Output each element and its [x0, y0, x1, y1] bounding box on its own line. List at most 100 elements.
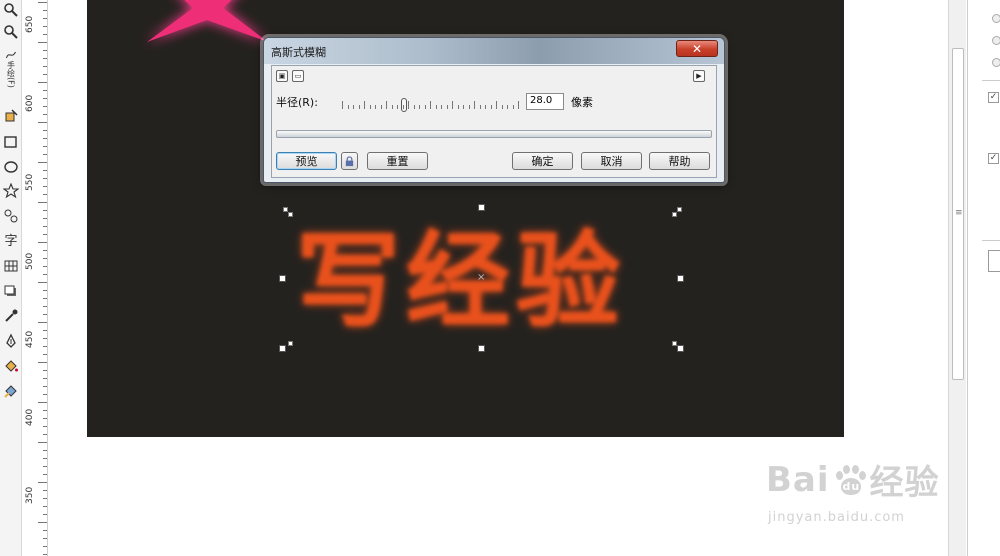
toolbox: 手绘(F) 字: [0, 0, 22, 556]
expand-arrow-icon[interactable]: ▶: [693, 70, 705, 82]
lock-preview-button[interactable]: [341, 152, 358, 170]
reset-button[interactable]: 重置: [367, 152, 428, 170]
ruler-tick: [43, 266, 47, 267]
ruler-tick: [43, 330, 47, 331]
slider-tick: [392, 105, 393, 109]
cancel-button[interactable]: 取消: [581, 152, 642, 170]
ruler-tick: [43, 178, 47, 179]
help-button[interactable]: 帮助: [649, 152, 710, 170]
ok-button[interactable]: 确定: [512, 152, 573, 170]
ruler-tick: [43, 170, 47, 171]
radius-unit-label: 像素: [571, 96, 593, 109]
ruler-tick: [43, 274, 47, 275]
selection-center-marker: ×: [477, 272, 486, 283]
close-button[interactable]: ✕: [676, 40, 718, 57]
selection-rotate-handle[interactable]: [672, 212, 677, 217]
slider-tick: [469, 105, 470, 109]
pink-star-shape[interactable]: [135, 0, 280, 50]
dialog-body: ▣ ▭ ▶ 半径(R): 28.0 像素 预览 重置 确定 取消 帮助: [271, 65, 717, 178]
ruler-tick: [43, 66, 47, 67]
ruler-label: 400: [25, 408, 35, 426]
docker-checkbox[interactable]: ✓: [988, 153, 999, 164]
radius-slider[interactable]: [342, 98, 519, 112]
dialog-titlebar[interactable]: 高斯式模糊 ✕: [264, 38, 724, 64]
watermark-brand-left: Bai: [766, 459, 830, 500]
docker-radio-option[interactable]: [992, 14, 1000, 23]
fill-tool-icon[interactable]: [1, 356, 21, 376]
selection-handle-bottom-right[interactable]: [677, 345, 684, 352]
interactive-fill-tool-icon[interactable]: [1, 381, 21, 401]
basic-shapes-tool-icon[interactable]: [1, 206, 21, 226]
ellipse-tool-icon[interactable]: [1, 157, 21, 177]
ruler-tick: [38, 2, 47, 3]
slider-tick: [414, 105, 415, 109]
docker-input[interactable]: [988, 250, 1000, 272]
selection-rotate-handle[interactable]: [288, 341, 293, 346]
star-tool-icon[interactable]: [1, 181, 21, 201]
ruler-tick: [43, 50, 47, 51]
ruler-tick: [43, 210, 47, 211]
blurred-text-object[interactable]: 写经验: [296, 216, 676, 346]
zoom-tool-icon[interactable]: [1, 0, 21, 20]
vertical-scrollbar[interactable]: ≡: [948, 0, 966, 556]
ruler-tick: [43, 306, 47, 307]
docker-radio-option[interactable]: [992, 36, 1000, 45]
shadow-tool-icon[interactable]: [1, 281, 21, 301]
ruler-tick: [38, 322, 47, 323]
ruler-tick: [43, 530, 47, 531]
selection-rotate-handle[interactable]: [288, 212, 293, 217]
single-preview-toggle-icon[interactable]: ▣: [276, 70, 288, 82]
slider-tick: [485, 105, 486, 109]
preview-button[interactable]: 预览: [276, 152, 337, 170]
ruler-tick: [38, 402, 47, 403]
selection-handle-top[interactable]: [478, 204, 485, 211]
dual-preview-toggle-icon[interactable]: ▭: [292, 70, 304, 82]
freehand-tool-icon[interactable]: 手绘(F): [1, 48, 21, 88]
outline-pen-tool-icon[interactable]: [1, 331, 21, 351]
slider-tick: [447, 105, 448, 109]
ruler-tick: [38, 242, 47, 243]
ruler-tick: [43, 114, 47, 115]
slider-tick: [348, 105, 349, 109]
rectangle-tool-icon[interactable]: [1, 132, 21, 152]
radius-slider-thumb[interactable]: [401, 98, 407, 112]
selection-handle-bottom[interactable]: [478, 345, 485, 352]
zoom-tool-icon-2[interactable]: [1, 22, 21, 42]
text-tool-icon[interactable]: 字: [1, 229, 21, 249]
ruler-tick: [43, 218, 47, 219]
ruler-tick: [38, 482, 47, 483]
ruler-tick: [43, 554, 47, 555]
ruler-tick: [43, 234, 47, 235]
ruler-tick: [38, 162, 47, 163]
ruler-label: 500: [25, 252, 35, 270]
ruler-tick: [43, 410, 47, 411]
gaussian-blur-dialog: 高斯式模糊 ✕ ▣ ▭ ▶ 半径(R): 28.0 像素 预览 重置 确定 取消…: [263, 37, 725, 183]
table-tool-icon[interactable]: [1, 256, 21, 276]
scrollbar-grip-icon: ≡: [955, 208, 963, 218]
ruler-tick: [43, 386, 47, 387]
docker-radio-option[interactable]: [992, 58, 1000, 67]
ruler-tick: [38, 42, 47, 43]
ruler-tick: [43, 258, 47, 259]
ruler-tick: [43, 98, 47, 99]
selection-rotate-handle[interactable]: [672, 341, 677, 346]
eyedropper-tool-icon[interactable]: [1, 306, 21, 326]
docker-checkbox[interactable]: ✓: [988, 92, 999, 103]
slider-tick: [403, 105, 404, 109]
radius-input[interactable]: 28.0: [526, 93, 564, 110]
baidu-paw-icon: du: [832, 463, 868, 497]
selection-handle-top-right[interactable]: [677, 207, 682, 212]
slider-tick: [463, 105, 464, 109]
smart-fill-tool-icon[interactable]: [1, 106, 21, 126]
selection-handle-left[interactable]: [279, 275, 286, 282]
ruler-tick: [43, 418, 47, 419]
ruler-tick: [43, 130, 47, 131]
docker-panel: ✓ ✓: [967, 0, 1000, 556]
slider-tick: [359, 105, 360, 109]
ruler-tick: [43, 354, 47, 355]
selection-handle-bottom-left[interactable]: [279, 345, 286, 352]
selection-handle-right[interactable]: [677, 275, 684, 282]
slider-tick: [441, 105, 442, 109]
ruler-tick: [43, 346, 47, 347]
ruler-tick: [43, 250, 47, 251]
